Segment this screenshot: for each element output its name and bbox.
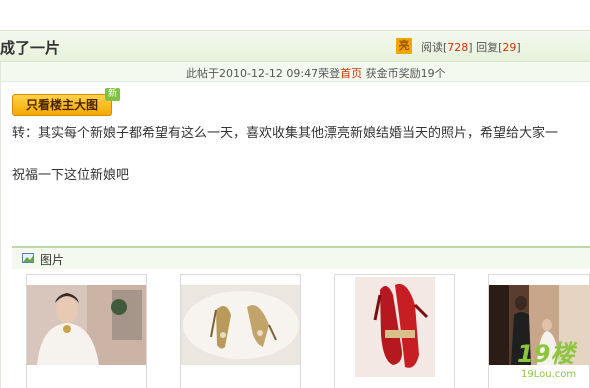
post-text-line-2: 祝福一下这位新娘吧 — [12, 168, 130, 183]
site-watermark: 19楼 19Lou.com — [517, 340, 587, 386]
gallery-label: 图片 — [40, 253, 65, 267]
notice-reward: 获金币奖励19个 — [365, 67, 446, 80]
promotion-notice: 此帖于2010-12-12 09:47荣登首页 获金币奖励19个 — [0, 62, 590, 82]
gallery-header: 图片 — [12, 246, 590, 269]
highlight-badge: 亮 — [396, 38, 412, 54]
bride-portrait-photo[interactable] — [27, 285, 146, 365]
watermark-logo: 19楼 — [517, 340, 575, 368]
views-label: 阅读 — [421, 41, 443, 54]
thread-stats: 阅读[728] 回复[29] — [421, 41, 521, 54]
notice-by: 荣登 — [318, 67, 341, 80]
page-top — [0, 0, 590, 30]
thread-header: 成了一片 亮 阅读[728] 回复[29] — [0, 30, 590, 62]
replies-count: 29 — [502, 41, 517, 54]
red-heels-photo[interactable] — [335, 275, 454, 379]
homepage-link[interactable]: 首页 — [340, 67, 362, 80]
thread-title: 成了一片 — [0, 39, 61, 57]
notice-prefix: 此帖于 — [186, 67, 219, 80]
notice-datetime: 2010-12-12 09:47 — [219, 67, 319, 80]
gold-heels-photo[interactable] — [181, 285, 300, 365]
photo-thumb-3[interactable] — [334, 274, 455, 388]
views-count: 728 — [447, 41, 469, 54]
replies-label: 回复 — [476, 41, 499, 54]
post-border — [0, 62, 1, 388]
photo-thumb-1[interactable] — [26, 274, 147, 388]
image-icon — [22, 253, 34, 263]
new-badge: 新 — [105, 88, 120, 101]
photo-thumb-2[interactable] — [180, 274, 301, 388]
post-text-line-1: 转：其实每个新娘子都希望有这么一天，喜欢收集其他漂亮新娘结婚当天的照片，希望给大… — [12, 126, 559, 141]
only-op-images-button[interactable]: 只看楼主大图 — [12, 94, 112, 116]
watermark-url: 19Lou.com — [521, 369, 577, 380]
